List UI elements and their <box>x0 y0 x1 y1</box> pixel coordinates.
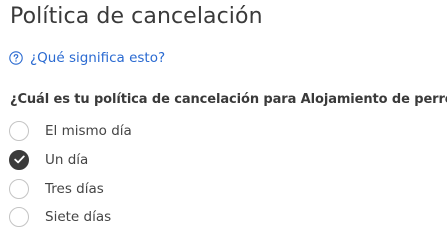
radio-button[interactable] <box>9 178 29 199</box>
option-seven-days[interactable]: Siete días <box>9 206 132 228</box>
checkmark-icon <box>13 155 25 164</box>
page-title: Política de cancelación <box>10 4 263 29</box>
cancellation-policy-panel: Política de cancelación ¿Qué significa e… <box>0 0 447 243</box>
question-circle-icon <box>9 51 23 65</box>
radio-button[interactable] <box>9 121 29 141</box>
help-link-label: ¿Qué significa esto? <box>30 50 166 66</box>
option-same-day[interactable]: El mismo día <box>9 120 132 142</box>
option-three-days[interactable]: Tres días <box>9 178 132 200</box>
cancellation-options-radio-group: El mismo día Un día Tres días Siete días <box>9 120 132 235</box>
option-one-day[interactable]: Un día <box>9 149 132 171</box>
radio-button[interactable] <box>9 207 29 228</box>
question-label: ¿Cuál es tu política de cancelación para… <box>10 92 447 107</box>
option-label: Siete días <box>45 209 112 226</box>
radio-button-selected[interactable] <box>9 149 29 170</box>
option-label: El mismo día <box>45 123 132 139</box>
what-does-this-mean-link[interactable]: ¿Qué significa esto? <box>9 50 165 66</box>
option-label: Un día <box>45 151 89 168</box>
option-label: Tres días <box>45 180 104 197</box>
